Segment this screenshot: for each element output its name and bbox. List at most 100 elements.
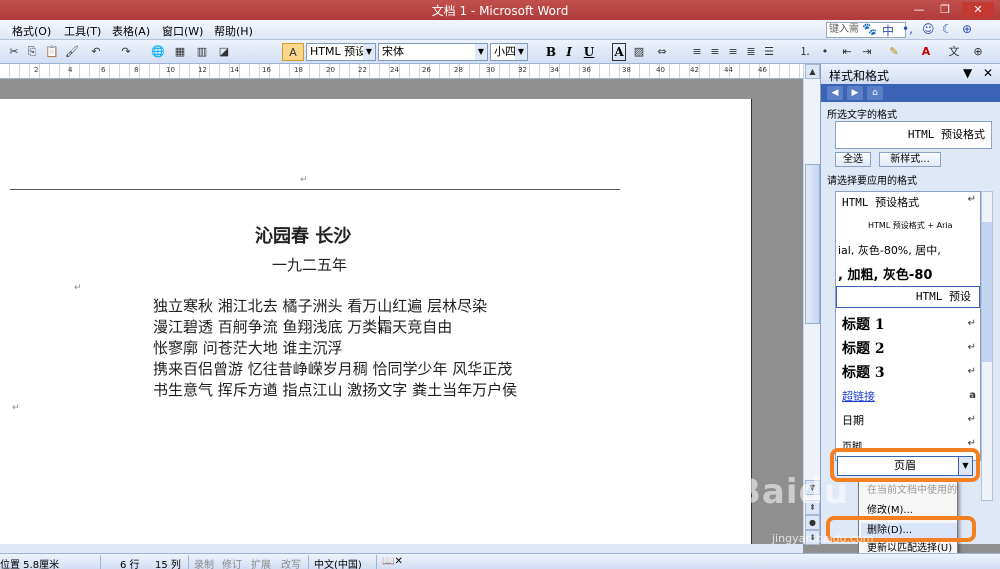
style-item-date[interactable]: 日期 (842, 412, 864, 428)
new-style-button[interactable]: 新样式... (879, 152, 941, 167)
poem-line[interactable]: 怅寥廓 问苍茫大地 谁主沉浮 (153, 337, 343, 358)
style-list[interactable]: HTML 预设格式 ↵ HTML 预设格式 + Aria ial, 灰色-80%… (835, 191, 981, 461)
ruler-number: 38 (622, 66, 631, 74)
font-color-icon[interactable]: A (918, 43, 934, 61)
select-all-button[interactable]: 全选 (835, 152, 871, 167)
poem-line[interactable]: 携来百侣曾游 忆往昔峥嵘岁月稠 恰同学少年 风华正茂 (153, 358, 512, 379)
menu-table[interactable]: 表格(A) (112, 23, 150, 39)
ime-punct-icon[interactable]: •, (902, 22, 913, 36)
char-scale-icon[interactable]: ⇔ (654, 43, 670, 61)
style-item-heading-1[interactable]: 标题 1 (842, 314, 885, 334)
char-border-button[interactable]: A (612, 43, 626, 61)
poem-date[interactable]: 一九二五年 (272, 254, 347, 275)
italic-button[interactable]: I (562, 43, 576, 61)
poem-line[interactable]: 独立寒秋 湘江北去 橘子洲头 看万山红遍 层林尽染 (153, 295, 487, 316)
scroll-thumb[interactable] (805, 164, 820, 324)
apply-format-label: 请选择要应用的格式 (827, 176, 917, 187)
style-item-html-preset-arial[interactable]: HTML 预设格式 + Aria (868, 220, 952, 231)
scroll-up-button[interactable]: ▲ (805, 64, 820, 79)
bullets-icon[interactable]: • (818, 43, 832, 61)
poem-title[interactable]: 沁园春 长沙 (255, 222, 351, 248)
menu-tools[interactable]: 工具(T) (64, 23, 101, 39)
style-combo[interactable]: HTML 预设 ▼ (306, 43, 376, 61)
status-extend[interactable]: 扩展 (251, 556, 271, 569)
forward-icon[interactable]: ▶ (847, 86, 863, 100)
menu-window[interactable]: 窗口(W) (162, 23, 203, 39)
ime-smile-icon[interactable]: ☺ (922, 22, 935, 36)
bold-button[interactable]: B (544, 43, 558, 61)
char-shading-icon[interactable]: ▨ (632, 43, 646, 61)
style-item-heading-2[interactable]: 标题 2 (842, 338, 885, 358)
baidu-watermark-logo: Baidu (735, 472, 850, 512)
style-item-arial-gray[interactable]: ial, 灰色-80%, 居中, (838, 242, 941, 258)
numbering-icon[interactable]: ⒈ (798, 43, 812, 61)
align-center-icon[interactable]: ≡ (708, 43, 722, 61)
menu-item-modify[interactable]: 修改(M)... (861, 503, 957, 519)
ime-settings-icon[interactable]: ⊕ (962, 22, 972, 36)
style-list-scroll-thumb[interactable] (982, 222, 992, 362)
menu-help[interactable]: 帮助(H) (214, 23, 253, 39)
highlight-icon[interactable]: ✎ (886, 43, 902, 61)
style-item-html-preset[interactable]: HTML 预设格式 (842, 194, 919, 210)
status-overtype[interactable]: 改写 (281, 556, 301, 569)
font-combo[interactable]: 宋体 ▼ (378, 43, 488, 61)
status-record[interactable]: 录制 (194, 556, 214, 569)
ime-moon-icon[interactable]: ☾ (942, 22, 953, 36)
document-area[interactable]: ↵ 沁园春 长沙 一九二五年 ↵ 独立寒秋 湘江北去 橘子洲头 看万山红遍 层林… (0, 80, 803, 544)
style-item-heading-3[interactable]: 标题 3 (842, 362, 885, 382)
ime-chinese-toggle[interactable]: 中 (882, 22, 894, 39)
menu-item-delete[interactable]: 删除(D)... (861, 523, 957, 539)
style-item-bold-gray[interactable]: , 加粗, 灰色-80 (838, 264, 932, 283)
undo-icon[interactable]: ↶ (88, 43, 104, 61)
home-icon[interactable]: ⌂ (867, 86, 883, 100)
restore-button[interactable]: ❐ (934, 2, 956, 18)
style-item-footer[interactable]: 页脚 (842, 438, 862, 453)
paste-icon[interactable]: 📋 (44, 43, 60, 61)
distributed-icon[interactable]: ☰ (762, 43, 776, 61)
poem-line[interactable]: 漫江碧透 百舸争流 鱼翔浅底 万类霜天竞自由 (153, 316, 452, 337)
chevron-down-icon[interactable]: ▼ (963, 66, 972, 80)
selected-format-box[interactable]: HTML 预设格式 (835, 121, 992, 149)
poem-line[interactable]: 书生意气 挥斥方遒 指点江山 激扬文字 粪土当年万户侯 (153, 379, 517, 400)
chevron-down-icon[interactable]: ▼ (475, 44, 487, 60)
justify-icon[interactable]: ≣ (744, 43, 758, 61)
table-icon[interactable]: ▦ (172, 43, 188, 61)
chevron-down-icon[interactable]: ▼ (958, 457, 972, 475)
style-list-scrollbar[interactable] (981, 191, 993, 501)
style-dropdown-header[interactable]: 页眉 ▼ (837, 456, 973, 476)
menu-format[interactable]: 格式(O) (12, 23, 51, 39)
status-line: 6 行 (120, 560, 140, 569)
redo-icon[interactable]: ↷ (118, 43, 134, 61)
columns-icon[interactable]: ▥ (194, 43, 210, 61)
align-right-icon[interactable]: ≡ (726, 43, 740, 61)
chevron-down-icon[interactable]: ▼ (363, 44, 375, 60)
hyperlink-icon[interactable]: 🌐 (150, 43, 166, 61)
minimize-button[interactable]: — (908, 2, 930, 18)
enclose-char-icon[interactable]: ⊕ (970, 43, 986, 61)
align-left-icon[interactable]: ≡ (690, 43, 704, 61)
select-browse-object-button[interactable]: ● (805, 515, 820, 530)
chevron-down-icon[interactable]: ▼ (515, 44, 527, 60)
document-page[interactable]: ↵ 沁园春 长沙 一九二五年 ↵ 独立寒秋 湘江北去 橘子洲头 看万山红遍 层林… (0, 99, 752, 544)
status-track[interactable]: 修订 (222, 556, 242, 569)
phonetic-icon[interactable]: 文 (946, 43, 962, 61)
size-combo[interactable]: 小四 ▼ (490, 43, 528, 61)
decrease-indent-icon[interactable]: ⇤ (840, 43, 854, 61)
spelling-status-icon[interactable]: 📖✕ (382, 556, 403, 567)
horizontal-ruler[interactable]: 2 4 6 8 10 12 14 16 18 20 22 24 26 28 30… (0, 64, 820, 79)
back-icon[interactable]: ◀ (827, 86, 843, 100)
style-item-html-preset-short[interactable]: HTML 预设 (836, 286, 980, 308)
close-icon[interactable]: ✕ (983, 66, 993, 80)
cut-icon[interactable]: ✂ (6, 43, 22, 61)
underline-button[interactable]: U (582, 43, 596, 61)
ruler-number: 2 (34, 66, 39, 74)
styles-pane-icon[interactable]: A (282, 43, 304, 61)
ime-paw-icon[interactable]: 🐾 (862, 22, 877, 36)
horizontal-scrollbar[interactable] (0, 544, 803, 553)
close-button[interactable]: ✕ (962, 2, 994, 18)
drawing-icon[interactable]: ◪ (216, 43, 232, 61)
style-item-hyperlink[interactable]: 超链接 (842, 388, 875, 404)
format-painter-icon[interactable]: 🖌 (64, 43, 80, 61)
increase-indent-icon[interactable]: ⇥ (860, 43, 874, 61)
copy-icon[interactable]: ⎘ (24, 43, 40, 61)
